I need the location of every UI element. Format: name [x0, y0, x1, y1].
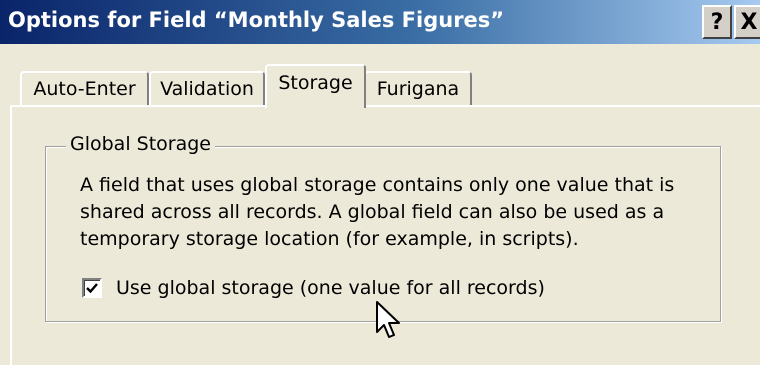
use-global-storage-label[interactable]: Use global storage (one value for all re… [116, 277, 545, 299]
group-title: Global Storage [66, 133, 215, 155]
window-title: Options for Field “Monthly Sales Figures… [8, 8, 505, 32]
close-button[interactable]: X [734, 5, 760, 39]
help-button[interactable]: ? [702, 5, 732, 39]
description-line: A field that uses global storage contain… [80, 174, 675, 196]
tab-validation[interactable]: Validation [149, 71, 265, 105]
tab-furigana[interactable]: Furigana [364, 71, 472, 105]
use-global-storage-checkbox[interactable] [82, 278, 102, 298]
tab-label: Furigana [376, 78, 460, 100]
help-icon: ? [710, 9, 724, 35]
checkmark-icon [86, 283, 98, 294]
close-icon: X [740, 9, 758, 35]
global-storage-description: A field that uses global storage contain… [80, 172, 710, 253]
title-bar[interactable]: Options for Field “Monthly Sales Figures… [0, 0, 760, 44]
tab-label: Storage [278, 72, 353, 94]
tab-label: Auto-Enter [33, 78, 136, 100]
description-line: temporary storage location (for example,… [80, 228, 579, 250]
tab-label: Validation [160, 78, 254, 100]
mouse-pointer-icon [376, 301, 400, 338]
tab-auto-enter[interactable]: Auto-Enter [20, 71, 149, 105]
tab-storage[interactable]: Storage [265, 64, 366, 108]
description-line: shared across all records. A global fiel… [80, 201, 665, 223]
use-global-storage-option[interactable]: Use global storage (one value for all re… [82, 277, 545, 299]
